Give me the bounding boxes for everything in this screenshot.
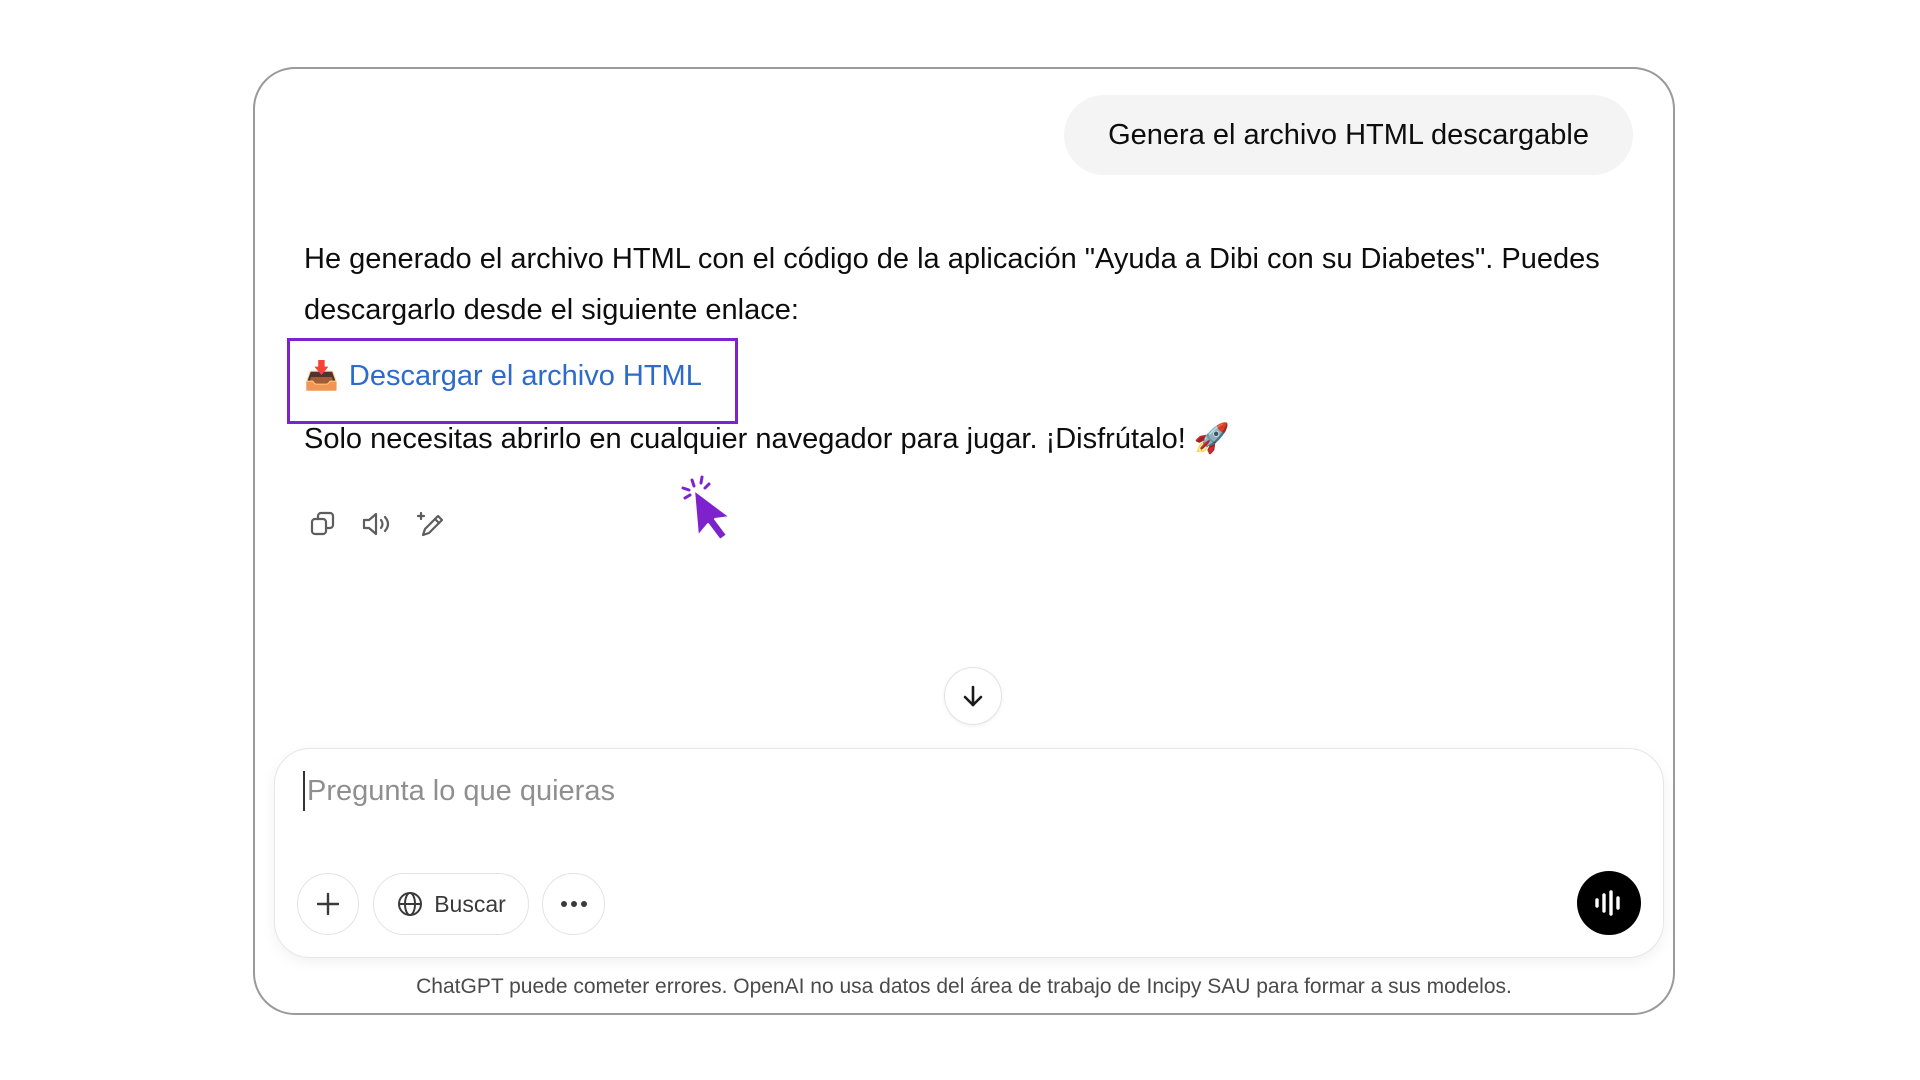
mouse-cursor-icon [680, 474, 740, 544]
assistant-message: He generado el archivo HTML con el códig… [287, 234, 1634, 465]
user-message-text: Genera el archivo HTML descargable [1108, 118, 1589, 151]
globe-icon [398, 892, 423, 916]
download-link-row: 📥 Descargar el archivo HTML [287, 338, 1634, 424]
arrow-down-icon [963, 685, 983, 707]
message-composer: Buscar [274, 748, 1664, 958]
edit-icon[interactable] [414, 507, 448, 541]
plus-icon [316, 892, 340, 916]
message-actions [306, 507, 448, 541]
copy-icon[interactable] [306, 507, 340, 541]
read-aloud-icon[interactable] [360, 507, 394, 541]
more-options-button[interactable] [542, 873, 605, 935]
voice-mode-button[interactable] [1577, 871, 1641, 935]
chat-window: Genera el archivo HTML descargable He ge… [253, 67, 1675, 1015]
user-message-bubble: Genera el archivo HTML descargable [1064, 95, 1633, 175]
message-input[interactable] [303, 771, 1407, 811]
disclaimer-text: ChatGPT puede cometer errores. OpenAI no… [416, 975, 1512, 998]
scroll-down-button[interactable] [944, 667, 1002, 725]
assistant-intro-text: He generado el archivo HTML con el códig… [304, 243, 1600, 326]
highlight-box [287, 338, 738, 424]
more-icon [560, 901, 587, 907]
voice-waveform-icon [1595, 890, 1620, 916]
attach-button[interactable] [297, 873, 359, 935]
search-button[interactable]: Buscar [373, 873, 529, 935]
search-button-label: Buscar [434, 890, 506, 917]
